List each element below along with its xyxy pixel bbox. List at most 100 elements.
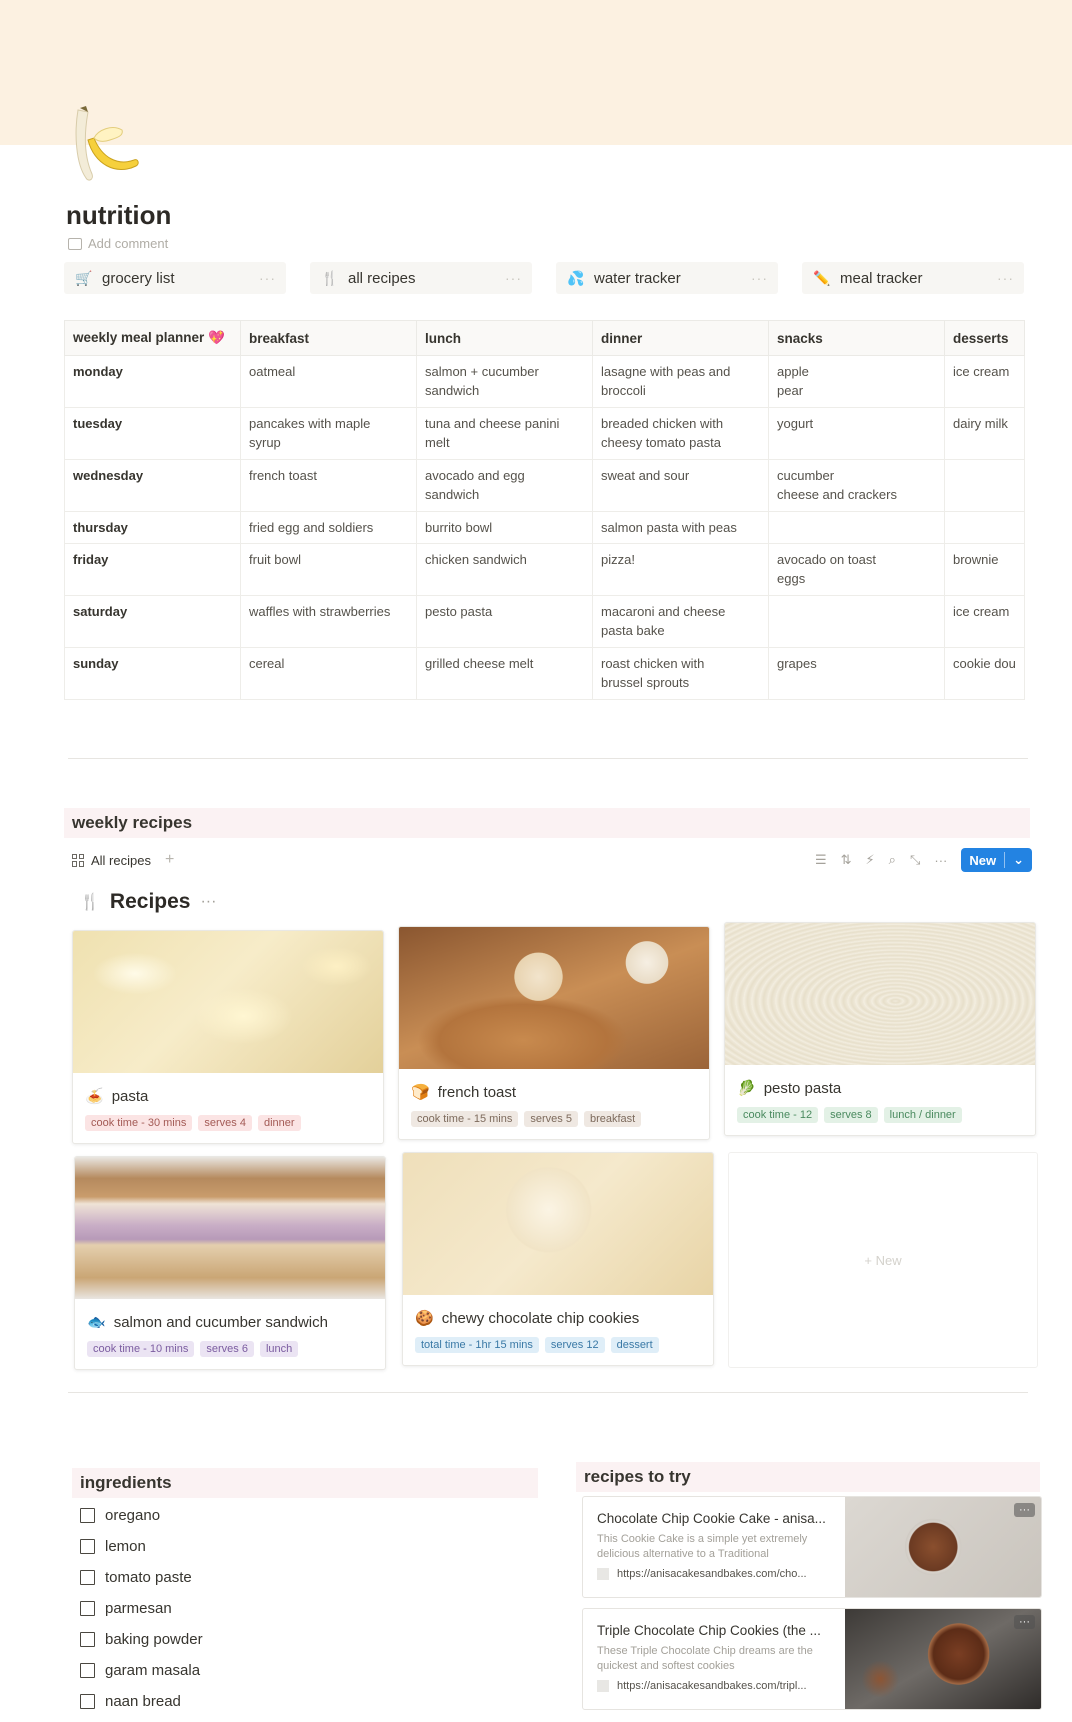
day-cell[interactable]: wednesday (64, 459, 241, 512)
bookmark-card[interactable]: Chocolate Chip Cookie Cake - anisa... Th… (582, 1496, 1042, 1598)
day-cell[interactable]: sunday (64, 647, 241, 700)
more-icon[interactable]: ··· (200, 893, 216, 911)
chevron-down-icon[interactable]: ⌄ (1013, 852, 1024, 868)
new-button[interactable]: New ⌄ (961, 848, 1032, 872)
more-icon[interactable]: ··· (997, 270, 1014, 286)
recipe-name[interactable]: 🥬 pesto pasta (725, 1065, 1035, 1101)
column-header[interactable]: lunch (416, 320, 593, 356)
recipe-name-label: chewy chocolate chip cookies (441, 1309, 640, 1327)
table-cell[interactable]: yogurt (768, 407, 945, 460)
table-cell[interactable]: chicken sandwich (416, 543, 593, 596)
table-cell[interactable]: cereal (240, 647, 417, 700)
table-cell[interactable]: macaroni and cheese pasta bake (592, 595, 769, 648)
table-row[interactable]: saturday waffles with strawberries pesto p… (64, 595, 1025, 648)
recipe-card[interactable]: 🍞 french toast cook time - 15 mins serves 5… (398, 926, 710, 1140)
checkbox[interactable] (80, 1632, 95, 1647)
table-cell[interactable]: salmon pasta with peas (592, 511, 769, 544)
checkbox[interactable] (80, 1601, 95, 1616)
more-icon[interactable]: ··· (751, 270, 768, 286)
table-cell[interactable]: ice cream (944, 595, 1025, 648)
banana-icon[interactable] (64, 104, 148, 188)
table-cell[interactable]: avocado and egg sandwich (416, 459, 593, 512)
database-title-label[interactable]: Recipes (110, 890, 191, 914)
table-row[interactable]: tuesday pancakes with maple syrup tuna and… (64, 407, 1025, 460)
table-cell[interactable]: pancakes with maple syrup (240, 407, 417, 460)
table-cell[interactable]: cookie dou (944, 647, 1025, 700)
table-cell[interactable]: fried egg and soldiers (240, 511, 417, 544)
checkbox[interactable] (80, 1570, 95, 1585)
table-row[interactable]: thursday fried egg and soldiers burrito bo… (64, 511, 1025, 544)
recipe-name[interactable]: 🍪 chewy chocolate chip cookies (403, 1295, 713, 1331)
filter-icon[interactable]: ☰ (815, 852, 827, 868)
more-icon[interactable]: ··· (1014, 1615, 1035, 1629)
more-icon[interactable]: ··· (259, 270, 276, 286)
column-header[interactable]: breakfast (240, 320, 417, 356)
expand-icon[interactable]: ⤡ (910, 852, 920, 868)
link-grocery-list[interactable]: 🛒 grocery list ··· (64, 262, 286, 294)
checkbox[interactable] (80, 1694, 95, 1709)
table-cell[interactable]: tuna and cheese panini melt (416, 407, 593, 460)
recipe-name[interactable]: 🍝 pasta (73, 1073, 383, 1109)
day-cell[interactable]: tuesday (64, 407, 241, 460)
more-icon[interactable]: ··· (934, 853, 947, 868)
link-water-tracker[interactable]: 💦 water tracker ··· (556, 262, 778, 294)
day-cell[interactable]: thursday (64, 511, 241, 544)
sort-icon[interactable]: ⇅ (841, 852, 852, 868)
checkbox[interactable] (80, 1508, 95, 1523)
day-cell[interactable]: monday (64, 355, 241, 408)
table-cell[interactable] (768, 595, 945, 648)
table-cell[interactable]: ice cream (944, 355, 1025, 408)
recipe-card[interactable]: 🐟 salmon and cucumber sandwich cook time -… (74, 1156, 386, 1370)
automation-icon[interactable]: ⚡ (866, 852, 875, 868)
recipe-card[interactable]: 🥬 pesto pasta cook time - 12 serves 8 lunch … (724, 922, 1036, 1136)
table-row[interactable]: wednesday french toast avocado and egg san… (64, 459, 1025, 512)
table-cell[interactable]: grapes (768, 647, 945, 700)
bookmark-card[interactable]: Triple Chocolate Chip Cookies (the ... T… (582, 1608, 1042, 1710)
column-header[interactable]: weekly meal planner 💖 (64, 320, 241, 356)
table-cell[interactable]: dairy milk (944, 407, 1025, 460)
table-cell[interactable]: grilled cheese melt (416, 647, 593, 700)
table-cell[interactable]: fruit bowl (240, 543, 417, 596)
checkbox[interactable] (80, 1539, 95, 1554)
checkbox[interactable] (80, 1663, 95, 1678)
table-cell[interactable]: french toast (240, 459, 417, 512)
table-cell[interactable]: roast chicken with brussel sprouts (592, 647, 769, 700)
recipe-card[interactable]: 🍝 pasta cook time - 30 mins serves 4 dinner (72, 930, 384, 1144)
add-comment-button[interactable]: Add comment (68, 236, 168, 251)
table-cell[interactable]: sweat and sour (592, 459, 769, 512)
table-cell[interactable]: lasagne with peas and broccoli (592, 355, 769, 408)
add-view-icon[interactable]: + (165, 851, 174, 869)
column-header[interactable]: dinner (592, 320, 769, 356)
table-cell[interactable]: cucumber cheese and crackers (768, 459, 945, 512)
recipe-card[interactable]: 🍪 chewy chocolate chip cookies total time … (402, 1152, 714, 1366)
view-tab-all-recipes[interactable]: All recipes (72, 853, 151, 868)
new-card-placeholder[interactable]: + New (728, 1152, 1038, 1368)
column-header[interactable]: desserts (944, 320, 1025, 356)
table-cell[interactable]: brownie (944, 543, 1025, 596)
day-cell[interactable]: friday (64, 543, 241, 596)
link-all-recipes[interactable]: 🍴 all recipes ··· (310, 262, 532, 294)
table-cell[interactable]: pesto pasta (416, 595, 593, 648)
table-cell[interactable]: waffles with strawberries (240, 595, 417, 648)
table-cell[interactable]: avocado on toast eggs (768, 543, 945, 596)
table-cell[interactable]: oatmeal (240, 355, 417, 408)
table-row[interactable]: friday fruit bowl chicken sandwich pizza! av… (64, 543, 1025, 596)
table-cell[interactable]: salmon + cucumber sandwich (416, 355, 593, 408)
column-header[interactable]: snacks (768, 320, 945, 356)
table-cell[interactable] (944, 511, 1025, 544)
search-icon[interactable]: ⌕ (889, 852, 896, 868)
table-row[interactable]: monday oatmeal salmon + cucumber sandwich l… (64, 355, 1025, 408)
table-cell[interactable] (944, 459, 1025, 512)
link-meal-tracker[interactable]: ✏️ meal tracker ··· (802, 262, 1024, 294)
table-cell[interactable]: breaded chicken with cheesy tomato pasta (592, 407, 769, 460)
table-cell[interactable]: pizza! (592, 543, 769, 596)
more-icon[interactable]: ··· (1014, 1503, 1035, 1517)
table-cell[interactable]: burrito bowl (416, 511, 593, 544)
recipe-name[interactable]: 🐟 salmon and cucumber sandwich (75, 1299, 385, 1335)
more-icon[interactable]: ··· (505, 270, 522, 286)
table-cell[interactable]: apple pear (768, 355, 945, 408)
table-cell[interactable] (768, 511, 945, 544)
recipe-name[interactable]: 🍞 french toast (399, 1069, 709, 1105)
table-row[interactable]: sunday cereal grilled cheese melt roast chi… (64, 647, 1025, 700)
day-cell[interactable]: saturday (64, 595, 241, 648)
